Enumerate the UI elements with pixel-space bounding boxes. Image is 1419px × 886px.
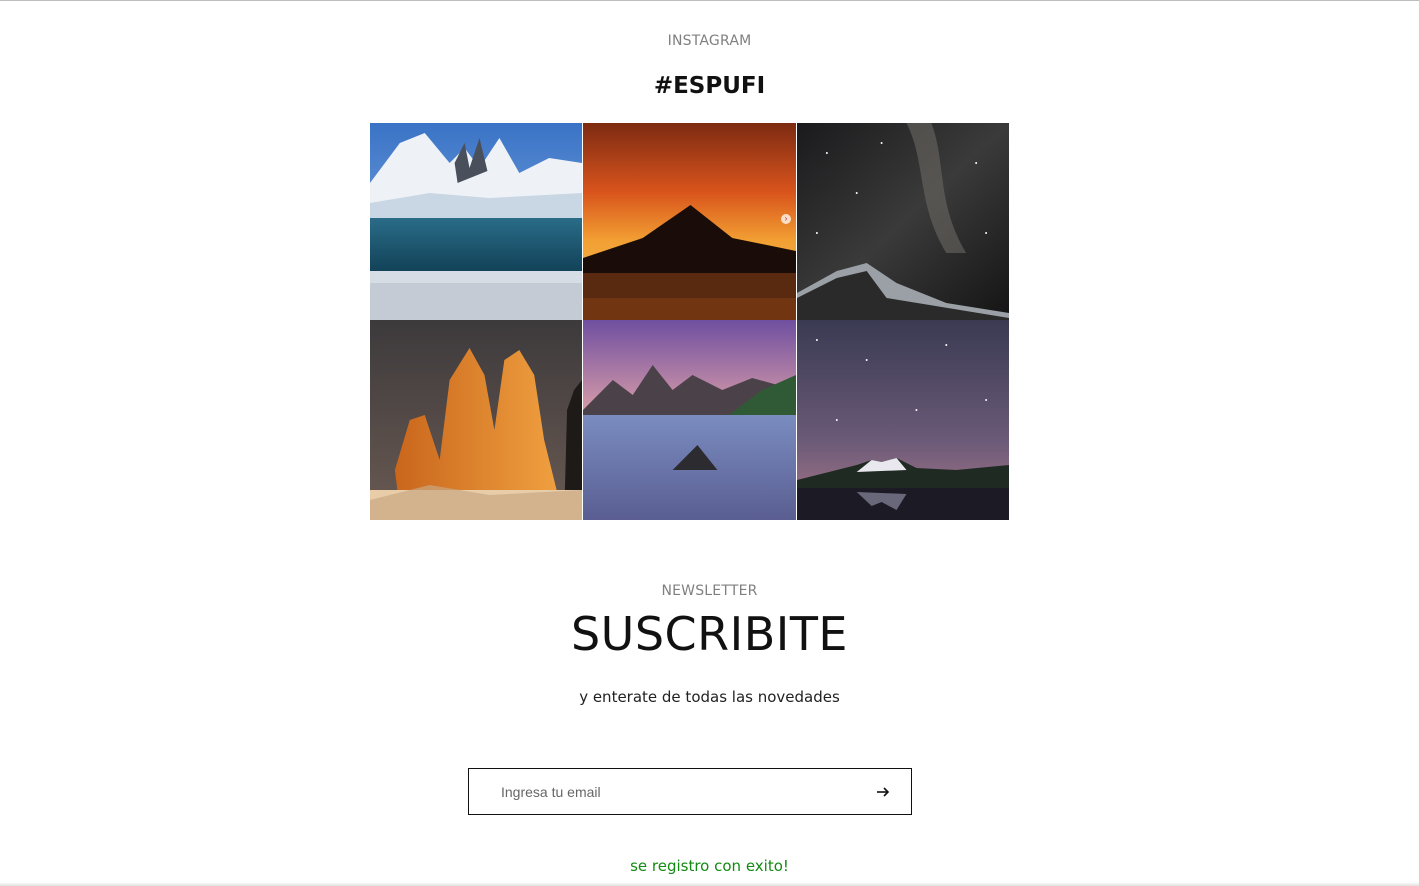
instagram-post-1[interactable] [370, 123, 583, 320]
post-image [797, 320, 1009, 520]
newsletter-title: SUSCRIBITE [570, 607, 848, 661]
carousel-next-icon[interactable]: › [781, 214, 791, 224]
arrow-right-icon [877, 787, 890, 797]
newsletter-form [468, 768, 912, 815]
newsletter-kicker: NEWSLETTER [661, 583, 758, 599]
post-image [583, 123, 796, 320]
instagram-kicker: INSTAGRAM [667, 33, 752, 49]
post-image [797, 123, 1009, 320]
bottom-shadow [0, 882, 1419, 886]
subscribe-submit-button[interactable] [871, 780, 895, 804]
post-image [370, 123, 582, 320]
instagram-post-2[interactable]: › [583, 123, 797, 320]
success-message: se registro con exito! [630, 857, 789, 875]
post-image [583, 320, 796, 520]
top-divider [0, 0, 1419, 1]
newsletter-subtitle: y enterate de todas las novedades [579, 688, 840, 706]
instagram-post-6[interactable] [797, 320, 1010, 520]
instagram-hashtag-title: #ESPUFI [653, 73, 766, 99]
instagram-photo-grid: › [370, 123, 1010, 520]
instagram-post-4[interactable] [370, 320, 583, 520]
instagram-post-3[interactable] [797, 123, 1010, 320]
post-image [370, 320, 582, 520]
instagram-post-5[interactable] [583, 320, 797, 520]
email-input[interactable] [501, 769, 841, 814]
